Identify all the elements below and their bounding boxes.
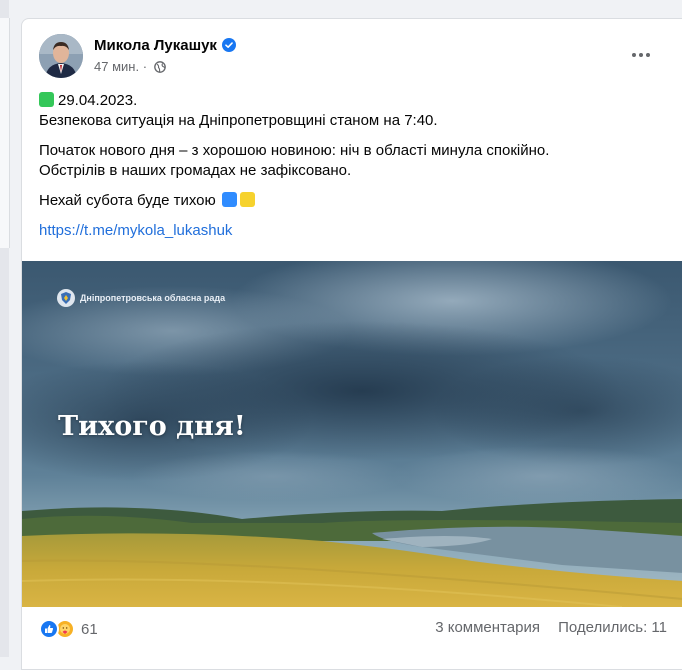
more-options-icon-dot xyxy=(646,53,650,57)
post-image[interactable]: Дніпропетровська обласна рада Тихого дня… xyxy=(22,261,682,607)
yellow-square-emoji-icon xyxy=(239,192,255,207)
engagement-stats: 3 комментария Поделились: 11 xyxy=(435,619,667,636)
post-meta: 47 мин. · xyxy=(94,59,166,74)
meta-separator: · xyxy=(142,59,148,74)
post-line-news1: Початок нового дня – з хорошою новиною: … xyxy=(39,142,550,159)
post-card: Микола Лукашук 47 мин. · 29.04.2023. Без… xyxy=(21,18,682,670)
reactions-summary[interactable]: 61 xyxy=(39,619,98,639)
globe-icon[interactable] xyxy=(153,61,166,73)
post-line-news2: Обстрілів в наших громадах не зафіксован… xyxy=(39,162,352,179)
post-line-status: Безпекова ситуація на Дніпропетровщині с… xyxy=(39,112,438,129)
author-name-text[interactable]: Микола Лукашук xyxy=(94,37,217,54)
post-time[interactable]: 47 мин. xyxy=(94,59,139,74)
blue-square-emoji-icon xyxy=(221,192,237,207)
like-reaction-icon xyxy=(39,619,59,639)
left-panel-card-edge xyxy=(0,18,10,248)
left-panel-edge xyxy=(0,0,10,657)
more-options-icon-dot xyxy=(639,53,643,57)
green-square-emoji-icon xyxy=(39,92,54,107)
verified-badge-icon xyxy=(221,38,236,52)
post-header: Микола Лукашук 47 мин. · xyxy=(39,34,659,84)
post-line-date: 29.04.2023. xyxy=(39,91,669,111)
comments-count-link[interactable]: 3 комментария xyxy=(435,619,540,636)
post-footer: 61 3 комментария Поделились: 11 xyxy=(39,619,667,643)
wish-text: Нехай субота буде тихою xyxy=(39,192,216,209)
image-headline: Тихого дня! xyxy=(58,411,246,442)
telegram-link[interactable]: https://t.me/mykola_lukashuk xyxy=(39,222,232,239)
reactions-count[interactable]: 61 xyxy=(81,621,98,638)
more-options-icon xyxy=(632,53,636,57)
author-avatar[interactable] xyxy=(39,34,83,78)
post-line-link: https://t.me/mykola_lukashuk xyxy=(39,221,669,241)
post-date: 29.04.2023. xyxy=(58,92,138,109)
brand-text: Дніпропетровська обласна рада xyxy=(80,293,226,303)
author-name[interactable]: Микола Лукашук xyxy=(94,37,236,54)
post-text: 29.04.2023. Безпекова ситуація на Дніпро… xyxy=(39,91,669,241)
post-line-wish: Нехай субота буде тихою xyxy=(39,191,669,211)
council-seal-icon xyxy=(57,289,75,307)
shares-count-link[interactable]: Поделились: 11 xyxy=(558,619,667,636)
more-options-button[interactable] xyxy=(623,37,659,73)
brand-logo: Дніпропетровська обласна рада xyxy=(57,289,225,307)
